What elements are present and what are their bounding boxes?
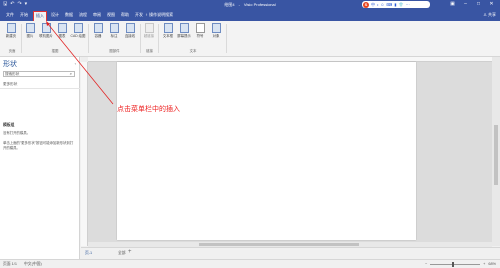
group-separator [226,24,227,53]
drawing-canvas[interactable] [88,62,492,246]
title-bar: 🖫 ↶ ↷ ▾ 绘图4- Visio Professional S 中 • ☺ ⌨… [0,0,500,9]
collapse-panel-icon[interactable]: ‹ [75,61,76,66]
ime-item[interactable]: ⌨ [387,2,393,8]
callout-button[interactable]: 标注 [106,23,122,38]
customize-icon[interactable]: ▾ [25,1,28,8]
status-bar: 页面 1/1 中文(中国) − + 68% [0,259,500,268]
tell-me-search[interactable]: ♀ 操作说明搜索 [145,11,173,19]
screentip-button[interactable]: 屏幕提示 [176,23,192,38]
callout-icon [109,23,119,33]
tab-help[interactable]: 帮助 [119,11,131,21]
ime-toolbar[interactable]: S 中 • ☺ ⌨ ▮ 👕 ⋯ [362,1,430,8]
maximize-icon[interactable]: □ [472,0,485,9]
window-controls: ▣ – □ ✕ [446,0,498,9]
ime-item[interactable]: ☺ [380,2,384,8]
shapes-panel-title: 形状 [3,61,17,68]
tab-design[interactable]: 设计 [49,11,61,21]
group-separator [158,24,159,53]
redo-icon[interactable]: ↷ [17,1,21,8]
pictures-button[interactable]: 图片 [22,23,38,38]
object-button[interactable]: 对象 [208,23,224,38]
group-label-diagram-parts: 图部件 [109,49,120,53]
ime-item[interactable]: ▮ [394,2,396,8]
zoom-control: − + 68% [425,261,496,267]
new-page-button[interactable]: 新建页 [3,23,19,38]
tab-review[interactable]: 审阅 [91,11,103,21]
ribbon-options-icon[interactable]: ▣ [446,0,459,9]
tab-home[interactable]: 开始 [18,11,30,21]
tab-data[interactable]: 数据 [63,11,75,21]
divider [0,88,80,89]
hyperlink-button[interactable]: 超链接 [141,23,157,38]
ime-item[interactable]: 中 [371,2,375,8]
online-picture-icon [41,23,51,33]
add-page-icon[interactable]: + [128,249,132,255]
status-language[interactable]: 中文(中国) [24,262,42,267]
tab-developer[interactable]: 开发 [133,11,145,21]
quick-access-toolbar: 🖫 ↶ ↷ ▾ [3,1,27,8]
annotation-text: 点击菜单栏中的插入 [117,106,180,113]
hyperlink-icon [144,23,154,33]
drawing-page[interactable] [117,62,416,240]
group-label-pages: 页面 [8,49,16,53]
page-tab-1[interactable]: 页-1 [85,251,92,256]
group-label-links: 链接 [146,49,153,53]
screentip-icon [179,23,189,33]
connector-button[interactable]: 连接线 [122,23,138,38]
tab-file[interactable]: 文件 [4,11,16,21]
ribbon: 新建页 图片 联机图片 图表 CAD 绘图 容器 标注 连接线 超链接 文本框 [0,21,500,57]
zoom-level[interactable]: 68% [488,262,496,266]
ime-item[interactable]: • [377,2,378,8]
new-page-icon [6,23,16,33]
tab-insert[interactable]: 插入 [33,11,47,21]
tab-process[interactable]: 流程 [77,11,89,21]
chart-button[interactable]: 图表 [54,23,70,38]
container-icon [93,23,103,33]
vertical-scroll-thumb[interactable] [494,125,498,185]
tab-view[interactable]: 视图 [105,11,117,21]
ime-logo-icon[interactable]: S [363,1,369,8]
vertical-ruler [81,62,88,246]
share-button[interactable]: ♙ 共享 [483,11,496,19]
group-label-text: 文本 [189,49,197,53]
save-icon[interactable]: 🖫 [3,1,7,8]
close-icon[interactable]: ✕ [485,0,498,9]
group-label-illustrations: 插图 [51,49,59,53]
container-button[interactable]: 容器 [90,23,106,38]
shapes-search-input[interactable]: 搜索形状 ⌕ [3,71,75,77]
stencil-hint-text: 单击上面的"更多形状"按钮可能添加新形状到打开的模具。 [3,141,74,150]
all-pages-tab[interactable]: 全部 [118,251,126,256]
status-page-indicator[interactable]: 页面 1/1 [3,262,17,267]
minimize-icon[interactable]: – [459,0,472,9]
online-pictures-button[interactable]: 联机图片 [38,23,54,38]
ime-item[interactable]: 👕 [398,2,403,8]
cad-drawing-button[interactable]: CAD 绘图 [70,23,86,38]
stencil-empty-text: 没有打开的模具。 [3,131,31,135]
zoom-in-icon[interactable]: + [483,262,485,266]
horizontal-scroll-thumb[interactable] [199,243,359,246]
zoom-out-icon[interactable]: − [425,262,427,266]
text-box-button[interactable]: 文本框 [160,23,176,38]
shapes-panel: 形状 ‹ 搜索形状 ⌕ 更多形状 模板组 没有打开的模具。 单击上面的"更多形状… [0,57,80,259]
ime-item[interactable]: ⋯ [405,2,409,8]
symbol-icon [195,23,205,33]
more-shapes-button[interactable]: 更多形状 [3,82,17,87]
zoom-slider-knob[interactable] [452,261,455,267]
cad-drawing-icon [73,23,83,33]
picture-icon [25,23,35,33]
symbol-button[interactable]: 符号 [192,23,208,38]
search-icon[interactable]: ⌕ [70,72,72,76]
ribbon-tabs: 文件 开始 插入 设计 数据 流程 审阅 视图 帮助 开发 ♀ 操作说明搜索 ♙… [0,9,500,21]
stencil-title: 模板组 [3,123,15,127]
object-icon [211,23,221,33]
connector-icon [125,23,135,33]
text-box-icon [163,23,173,33]
page-tab-bar: 页-1 全部 + [81,247,500,259]
chart-icon [57,23,67,33]
undo-icon[interactable]: ↶ [10,1,14,8]
zoom-slider[interactable] [430,261,481,267]
